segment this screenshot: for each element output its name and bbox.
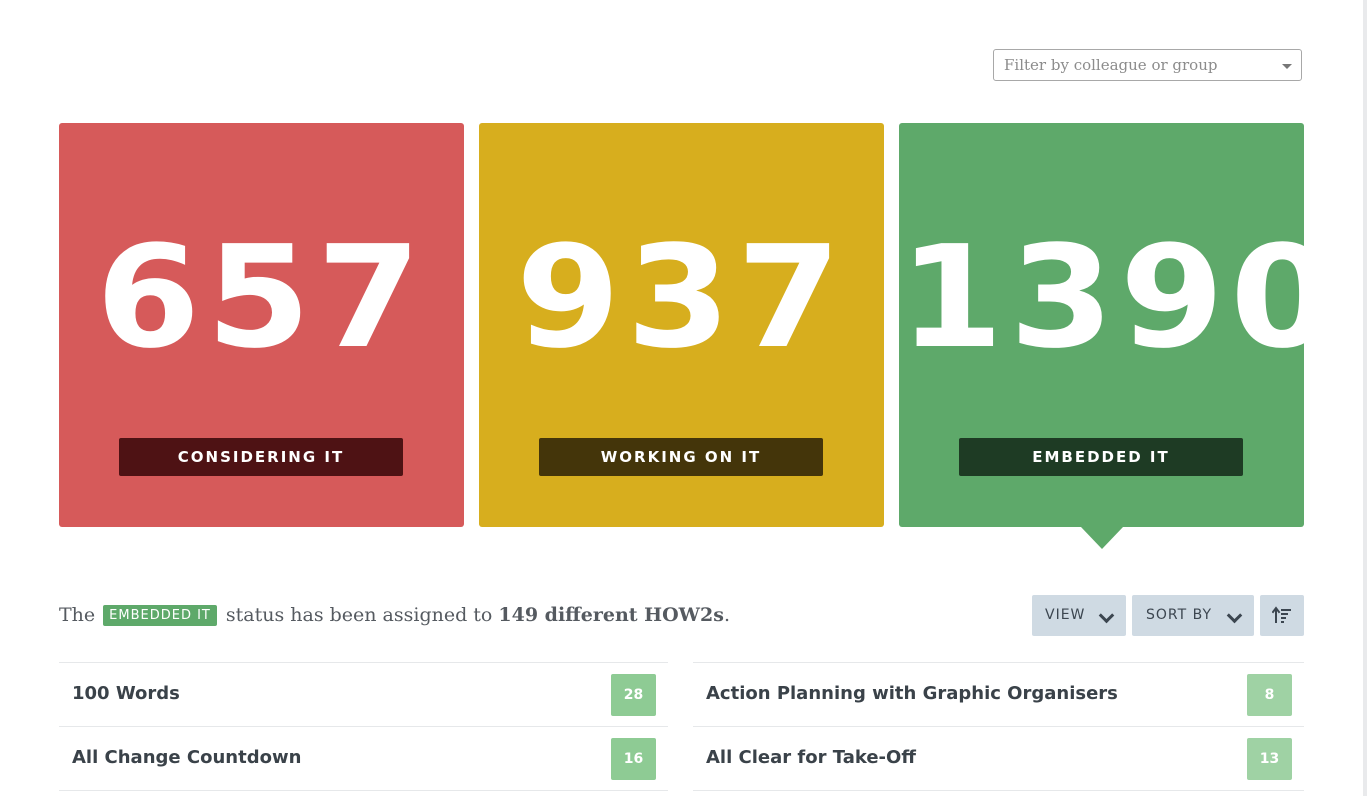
status-card-working[interactable]: 937 WORKING ON IT bbox=[479, 123, 884, 527]
view-button-label: VIEW bbox=[1045, 607, 1086, 623]
chevron-down-icon bbox=[1098, 607, 1115, 624]
status-card-considering[interactable]: 657 CONSIDERING IT bbox=[59, 123, 464, 527]
status-summary: The EMBEDDED IT status has been assigned t… bbox=[59, 600, 730, 630]
colleague-group-filter-select[interactable]: Filter by colleague or group bbox=[993, 49, 1302, 81]
caret-down-icon bbox=[1282, 64, 1292, 69]
list-item[interactable]: All Change Countdown 16 bbox=[59, 726, 668, 790]
view-button[interactable]: VIEW bbox=[1032, 595, 1126, 636]
list-item[interactable]: Action Planning with Graphic Organisers … bbox=[693, 662, 1304, 726]
how2-title: 100 Words bbox=[72, 683, 180, 704]
considering-label: CONSIDERING IT bbox=[119, 438, 403, 476]
considering-count: 657 bbox=[95, 216, 428, 380]
working-count: 937 bbox=[515, 216, 848, 380]
how2-count-badge: 8 bbox=[1247, 674, 1292, 716]
how2-count-badge: 16 bbox=[611, 738, 656, 780]
summary-suffix: . bbox=[723, 604, 730, 626]
filter-placeholder: Filter by colleague or group bbox=[1004, 56, 1218, 74]
sort-ascending-icon bbox=[1272, 606, 1291, 623]
how2-title: All Clear for Take-Off bbox=[706, 747, 916, 768]
how2-title: All Change Countdown bbox=[72, 747, 302, 768]
how2-list-left: 100 Words 28 All Change Countdown 16 bbox=[59, 662, 668, 791]
divider bbox=[59, 790, 668, 791]
selected-card-pointer bbox=[1081, 527, 1123, 549]
embedded-count: 1390 bbox=[899, 216, 1341, 380]
divider bbox=[693, 790, 1304, 791]
embedded-label: EMBEDDED IT bbox=[959, 438, 1243, 476]
list-item[interactable]: 100 Words 28 bbox=[59, 662, 668, 726]
sort-by-button-label: SORT BY bbox=[1146, 607, 1213, 623]
summary-middle: status has been assigned to bbox=[225, 604, 493, 626]
summary-highlight: 149 different HOW2s bbox=[498, 604, 724, 626]
how2-count-badge: 28 bbox=[611, 674, 656, 716]
status-badge: EMBEDDED IT bbox=[103, 605, 217, 626]
how2-title: Action Planning with Graphic Organisers bbox=[706, 683, 1118, 704]
page-scrollbar[interactable] bbox=[1363, 0, 1367, 796]
sort-order-button[interactable] bbox=[1260, 595, 1304, 636]
sort-by-button[interactable]: SORT BY bbox=[1132, 595, 1254, 636]
working-label: WORKING ON IT bbox=[539, 438, 823, 476]
status-card-embedded[interactable]: 1390 EMBEDDED IT bbox=[899, 123, 1341, 527]
list-item[interactable]: All Clear for Take-Off 13 bbox=[693, 726, 1304, 790]
summary-prefix: The bbox=[59, 604, 96, 626]
chevron-down-icon bbox=[1226, 607, 1243, 624]
how2-list-right: Action Planning with Graphic Organisers … bbox=[693, 662, 1304, 791]
how2-count-badge: 13 bbox=[1247, 738, 1292, 780]
